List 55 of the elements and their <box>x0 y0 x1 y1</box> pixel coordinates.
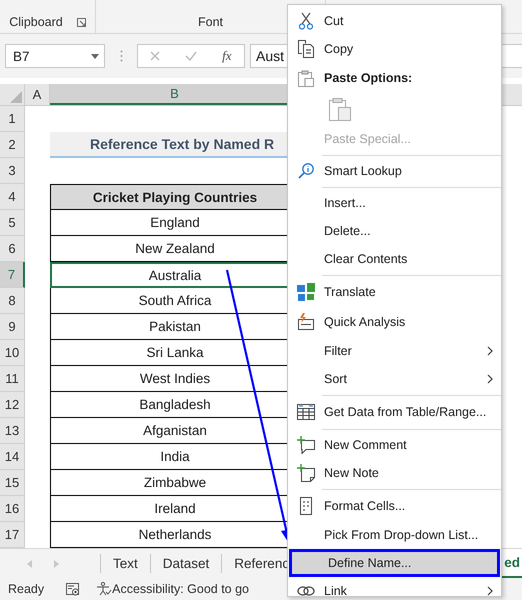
sheet-tab[interactable]: Text <box>101 554 151 573</box>
menu-item[interactable]: Smart Lookup <box>288 157 501 185</box>
row-header[interactable]: 10 <box>0 340 25 366</box>
row-header[interactable]: 4 <box>0 184 25 210</box>
row-header[interactable]: 11 <box>0 366 25 392</box>
insert-function-button[interactable]: fx <box>222 48 232 64</box>
copy-icon <box>298 40 314 58</box>
quick-analysis-icon <box>297 313 315 331</box>
chevron-right-icon <box>487 374 493 384</box>
accessibility-status[interactable]: Accessibility: Good to go <box>112 582 250 596</box>
menu-heading: Paste Options: <box>324 71 412 85</box>
scroll-left-icon <box>27 560 32 568</box>
search-icon <box>298 163 314 179</box>
name-box[interactable]: B7 <box>5 44 105 68</box>
select-all-icon <box>10 91 22 103</box>
grip-icon <box>120 50 122 62</box>
enter-check-icon <box>185 51 198 61</box>
row-header[interactable]: 1 <box>0 106 25 132</box>
note-icon <box>297 464 315 482</box>
row-header[interactable]: 15 <box>0 470 25 496</box>
row-header[interactable]: 16 <box>0 496 25 522</box>
row-header[interactable]: 3 <box>0 158 25 184</box>
clipboard-icon <box>298 69 314 87</box>
sheet-tab[interactable]: Dataset <box>150 554 222 573</box>
format-cells-icon <box>300 497 312 515</box>
macro-recorder-icon <box>66 582 80 596</box>
link-icon <box>297 585 315 597</box>
row-header[interactable]: 7 <box>0 262 25 288</box>
row-header[interactable]: 5 <box>0 210 25 236</box>
menu-item[interactable]: Link <box>288 577 501 600</box>
table-icon <box>297 404 315 420</box>
row-header[interactable]: 12 <box>0 392 25 418</box>
scroll-right-icon <box>54 560 59 568</box>
status-mode: Ready <box>8 582 44 596</box>
cancel-icon <box>150 51 160 61</box>
ribbon-group-label: Clipboard <box>9 14 63 28</box>
row-header[interactable]: 8 <box>0 288 25 314</box>
row-header[interactable]: 2 <box>0 132 25 158</box>
paste-icon <box>329 97 351 121</box>
menu-item[interactable]: Copy <box>288 35 501 63</box>
dropdown-caret-icon <box>91 54 99 58</box>
row-header[interactable]: 13 <box>0 418 25 444</box>
row-header[interactable]: 14 <box>0 444 25 470</box>
translate-icon <box>297 283 315 301</box>
row-header[interactable]: 17 <box>0 522 25 548</box>
row-header[interactable]: 9 <box>0 314 25 340</box>
row-header[interactable]: 6 <box>0 236 25 262</box>
chevron-right-icon <box>487 346 493 356</box>
scissors-icon <box>299 12 313 30</box>
ribbon-group-label: Font <box>198 14 223 28</box>
accessibility-icon <box>96 582 112 596</box>
menu-item[interactable]: Cut <box>288 7 501 35</box>
menu-item[interactable]: Define Name... <box>289 549 500 577</box>
comment-icon <box>297 436 315 454</box>
chevron-right-icon <box>487 586 493 596</box>
